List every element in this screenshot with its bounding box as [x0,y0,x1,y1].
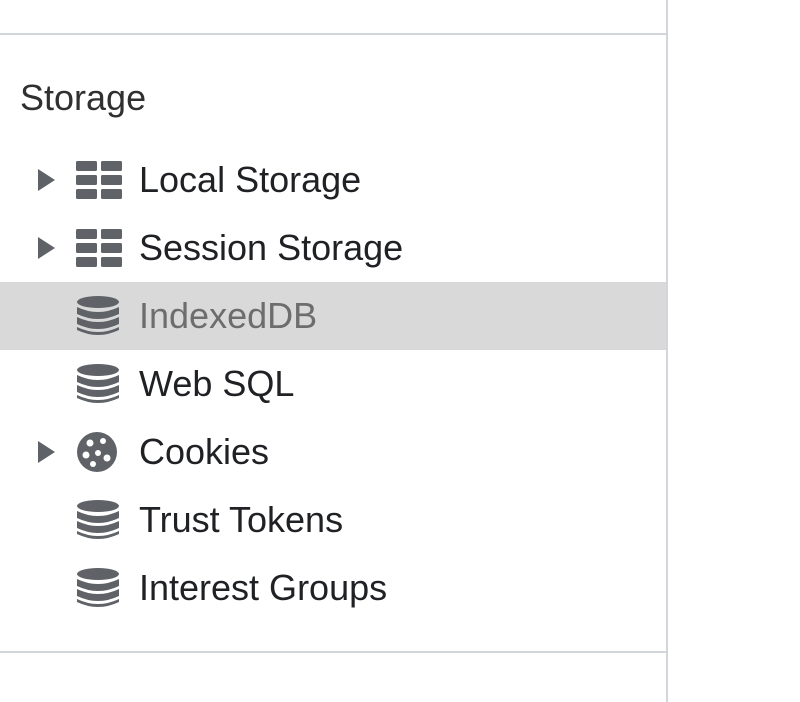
tree-item-interest-groups[interactable]: Interest Groups [0,554,666,622]
tree-item-cookies[interactable]: Cookies [0,418,666,486]
tree-item-label: Session Storage [139,227,404,268]
storage-tree: Local Storage Session Storage IndexedDB … [0,146,666,622]
tree-item-session-storage[interactable]: Session Storage [0,214,666,282]
database-icon [77,568,119,607]
tree-item-local-storage[interactable]: Local Storage [0,146,666,214]
tree-item-label: Cookies [139,431,270,472]
storage-section-title: Storage [20,77,147,118]
tree-item-label: IndexedDB [139,295,318,336]
application-sidebar-panel: Storage Local Storage Session Storage In… [0,0,668,702]
cookie-icon [77,432,117,472]
tree-item-indexeddb[interactable]: IndexedDB [0,282,666,350]
tree-item-label: Local Storage [139,159,362,200]
tree-item-web-sql[interactable]: Web SQL [0,350,666,418]
expand-arrow-icon[interactable] [38,441,55,463]
expand-arrow-icon[interactable] [38,237,55,259]
section-divider-bottom [0,651,668,653]
database-icon [77,296,119,335]
section-divider-top [0,33,668,35]
tree-item-label: Interest Groups [139,567,388,608]
tree-item-trust-tokens[interactable]: Trust Tokens [0,486,666,554]
table-icon [76,161,122,199]
tree-item-label: Web SQL [139,363,295,404]
table-icon [76,229,122,267]
database-icon [77,500,119,539]
tree-item-label: Trust Tokens [139,499,344,540]
database-icon [77,364,119,403]
expand-arrow-icon[interactable] [38,169,55,191]
